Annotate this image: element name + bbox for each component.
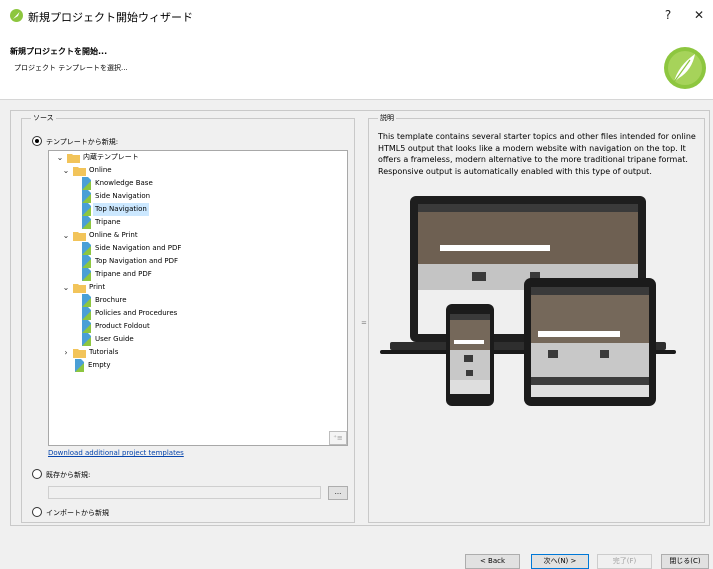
template-file-icon bbox=[82, 203, 91, 216]
folder-icon bbox=[67, 154, 80, 163]
description-text: This template contains several starter t… bbox=[378, 132, 696, 176]
new-from-template-radio[interactable] bbox=[32, 136, 42, 146]
chevron-down-icon[interactable]: ⌄ bbox=[61, 229, 71, 242]
splitter-handle[interactable]: = bbox=[361, 319, 367, 327]
close-window-button[interactable]: ✕ bbox=[692, 8, 706, 22]
folder-icon bbox=[73, 232, 86, 241]
browse-button[interactable]: ... bbox=[328, 486, 348, 500]
window-title: 新規プロジェクト開始ウィザード bbox=[28, 11, 193, 24]
new-from-existing-label: 既存から新規: bbox=[46, 471, 91, 479]
chevron-down-icon[interactable]: ⌄ bbox=[55, 151, 65, 164]
template-file-icon bbox=[82, 320, 91, 333]
feather-logo-icon bbox=[664, 47, 706, 89]
folder-icon bbox=[73, 284, 86, 293]
template-file-icon bbox=[82, 294, 91, 307]
chevron-down-icon[interactable]: ⌄ bbox=[61, 164, 71, 177]
existing-project-path-input[interactable] bbox=[48, 486, 321, 499]
template-file-icon bbox=[82, 268, 91, 281]
template-file-icon bbox=[82, 242, 91, 255]
flare-logo-icon bbox=[10, 9, 23, 22]
template-file-icon bbox=[82, 216, 91, 229]
source-label: ソース bbox=[31, 113, 56, 123]
template-preview-image bbox=[380, 196, 676, 406]
new-from-existing-radio[interactable] bbox=[32, 469, 42, 479]
new-from-import-label: インポートから新規 bbox=[46, 509, 109, 517]
folder-icon bbox=[73, 349, 86, 358]
folder-icon bbox=[73, 167, 86, 176]
wizard-header: 新規プロジェクトを開始... プロジェクト テンプレートを選択... bbox=[0, 30, 713, 100]
title-bar: 新規プロジェクト開始ウィザード ? ✕ bbox=[0, 0, 713, 30]
template-file-icon bbox=[82, 333, 91, 346]
chevron-right-icon[interactable]: › bbox=[61, 346, 71, 359]
chevron-down-icon[interactable]: ⌄ bbox=[61, 281, 71, 294]
template-file-icon bbox=[75, 359, 84, 372]
template-tree[interactable]: ⌄ 内蔵テンプレート ⌄ Online Knowledge Base Side … bbox=[48, 150, 348, 446]
wizard-step-subtitle: プロジェクト テンプレートを選択... bbox=[14, 64, 128, 72]
download-templates-link[interactable]: Download additional project templates bbox=[48, 449, 184, 457]
new-from-import-radio[interactable] bbox=[32, 507, 42, 517]
template-options-icon: ⁺≡ bbox=[333, 434, 343, 442]
wizard-step-title: 新規プロジェクトを開始... bbox=[10, 47, 108, 56]
template-file-icon bbox=[82, 255, 91, 268]
new-from-template-label: テンプレートから新規: bbox=[46, 138, 119, 146]
description-label: 説明 bbox=[378, 113, 396, 123]
template-options-button[interactable]: ⁺≡ bbox=[329, 431, 347, 445]
template-file-icon bbox=[82, 177, 91, 190]
template-file-icon bbox=[82, 307, 91, 320]
help-button[interactable]: ? bbox=[661, 8, 675, 22]
template-file-icon bbox=[82, 190, 91, 203]
